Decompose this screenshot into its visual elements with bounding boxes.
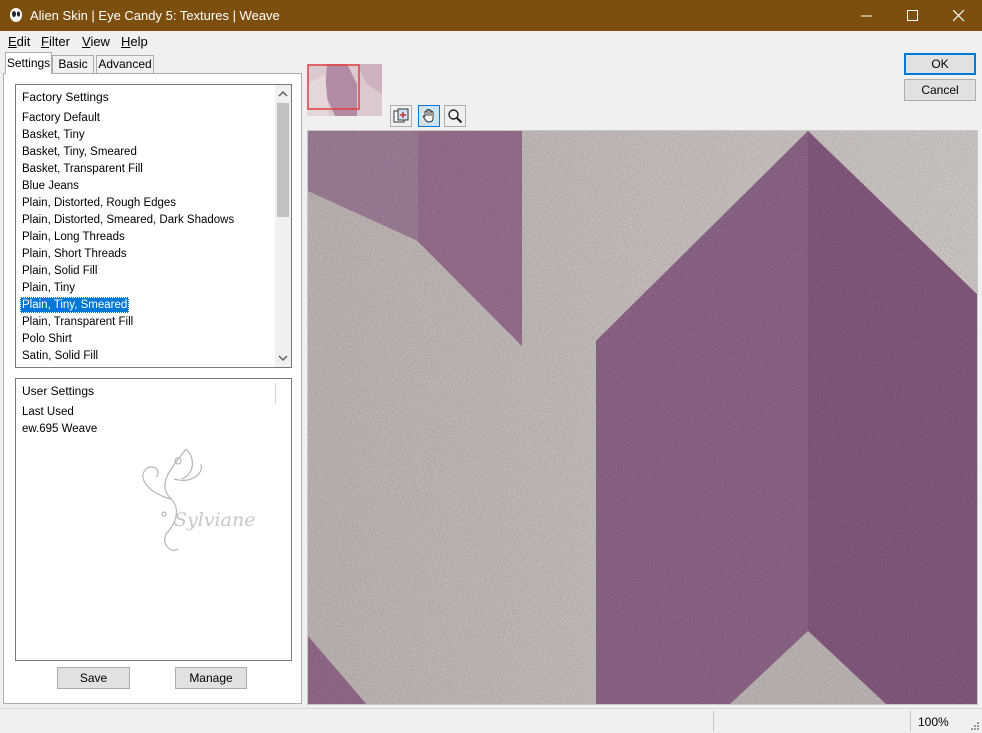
list-item[interactable]: Factory Default — [20, 110, 102, 126]
close-button[interactable] — [936, 0, 982, 31]
tab-basic[interactable]: Basic — [52, 55, 94, 74]
thumbnail-image — [307, 64, 382, 116]
menu-help[interactable]: Help — [121, 34, 148, 49]
menu-help-accel: H — [121, 34, 131, 49]
tab-settings[interactable]: Settings — [5, 52, 52, 74]
resize-grip-icon[interactable] — [970, 721, 980, 731]
factory-list-scrollbar[interactable] — [275, 85, 291, 367]
menu-filter-accel: F — [41, 34, 49, 49]
factory-settings-header: Factory Settings — [22, 90, 109, 104]
list-item[interactable]: Polo Shirt — [20, 331, 74, 347]
status-divider — [713, 711, 714, 731]
weave-texture-preview — [308, 131, 977, 704]
list-item[interactable]: Plain, Distorted, Rough Edges — [20, 195, 178, 211]
hand-tool-button[interactable] — [418, 105, 440, 127]
list-item[interactable]: Blue Jeans — [20, 178, 81, 194]
menu-view[interactable]: View — [82, 34, 110, 49]
list-item[interactable]: ew.695 Weave — [20, 421, 99, 437]
hand-icon — [422, 109, 434, 123]
menu-filter-label: ilter — [48, 34, 70, 49]
menu-help-label: elp — [130, 34, 148, 49]
scroll-thumb[interactable] — [277, 103, 289, 217]
menu-view-label: iew — [90, 34, 110, 49]
window-title: Alien Skin | Eye Candy 5: Textures | Wea… — [30, 8, 280, 23]
alien-skin-logo-icon — [10, 8, 22, 22]
list-item[interactable]: Plain, Transparent Fill — [20, 314, 135, 330]
zoom-level: 100% — [918, 715, 949, 729]
menu-edit-accel: E — [8, 34, 17, 49]
sylviane-watermark-logo: Sylviane — [142, 448, 255, 551]
list-item[interactable]: Basket, Tiny, Smeared — [20, 144, 139, 160]
list-item[interactable]: Plain, Tiny — [20, 280, 77, 296]
user-settings-header: User Settings — [22, 384, 95, 398]
zoom-tool-button[interactable] — [444, 105, 466, 127]
chevron-down-icon — [278, 355, 288, 362]
status-bar: 100% — [0, 708, 982, 733]
preview-toggle-button[interactable] — [390, 105, 412, 127]
list-item[interactable]: Last Used — [20, 404, 76, 420]
menu-filter[interactable]: Filter — [41, 34, 70, 49]
list-item[interactable]: Plain, Solid Fill — [20, 263, 99, 279]
navigator-thumbnail[interactable] — [307, 64, 382, 116]
list-item[interactable]: Plain, Short Threads — [20, 246, 129, 262]
status-divider — [910, 711, 911, 731]
tab-advanced[interactable]: Advanced — [96, 55, 154, 74]
user-settings-list[interactable]: User Settings Last Used ew.695 Weave Syl… — [15, 378, 292, 661]
manage-button[interactable]: Manage — [175, 667, 247, 689]
menu-edit-label: dit — [16, 34, 31, 49]
scroll-down-button[interactable] — [275, 350, 291, 367]
title-bar[interactable]: Alien Skin | Eye Candy 5: Textures | Wea… — [0, 0, 982, 31]
factory-settings-list[interactable]: Factory Settings Factory Default Basket,… — [15, 84, 292, 368]
minimize-icon — [861, 15, 872, 17]
header-divider — [275, 383, 276, 403]
minimize-button[interactable] — [844, 0, 890, 31]
menu-bar: Edit Filter View Help — [0, 31, 982, 51]
list-item-selected[interactable]: Plain, Tiny, Smeared — [20, 297, 130, 313]
menu-edit[interactable]: Edit — [8, 34, 30, 49]
list-item[interactable]: Basket, Tiny — [20, 127, 87, 143]
watermark-text: Sylviane — [174, 509, 255, 531]
maximize-button[interactable] — [890, 0, 936, 31]
maximize-icon — [907, 10, 918, 21]
list-item[interactable]: Satin, Solid Fill — [20, 348, 100, 364]
eye-candy-window: Alien Skin | Eye Candy 5: Textures | Wea… — [0, 0, 982, 733]
list-item[interactable]: Plain, Distorted, Smeared, Dark Shadows — [20, 212, 236, 228]
list-item[interactable]: Basket, Transparent Fill — [20, 161, 145, 177]
preview-toggle-icon — [393, 108, 409, 123]
chevron-up-icon — [278, 90, 288, 97]
save-button[interactable]: Save — [57, 667, 130, 689]
ok-button[interactable]: OK — [904, 53, 976, 75]
scroll-up-button[interactable] — [275, 85, 291, 102]
zoom-icon — [448, 109, 463, 124]
close-icon — [953, 10, 965, 22]
list-item[interactable]: Plain, Long Threads — [20, 229, 127, 245]
preview-canvas[interactable] — [307, 130, 978, 705]
cancel-button[interactable]: Cancel — [904, 79, 976, 101]
